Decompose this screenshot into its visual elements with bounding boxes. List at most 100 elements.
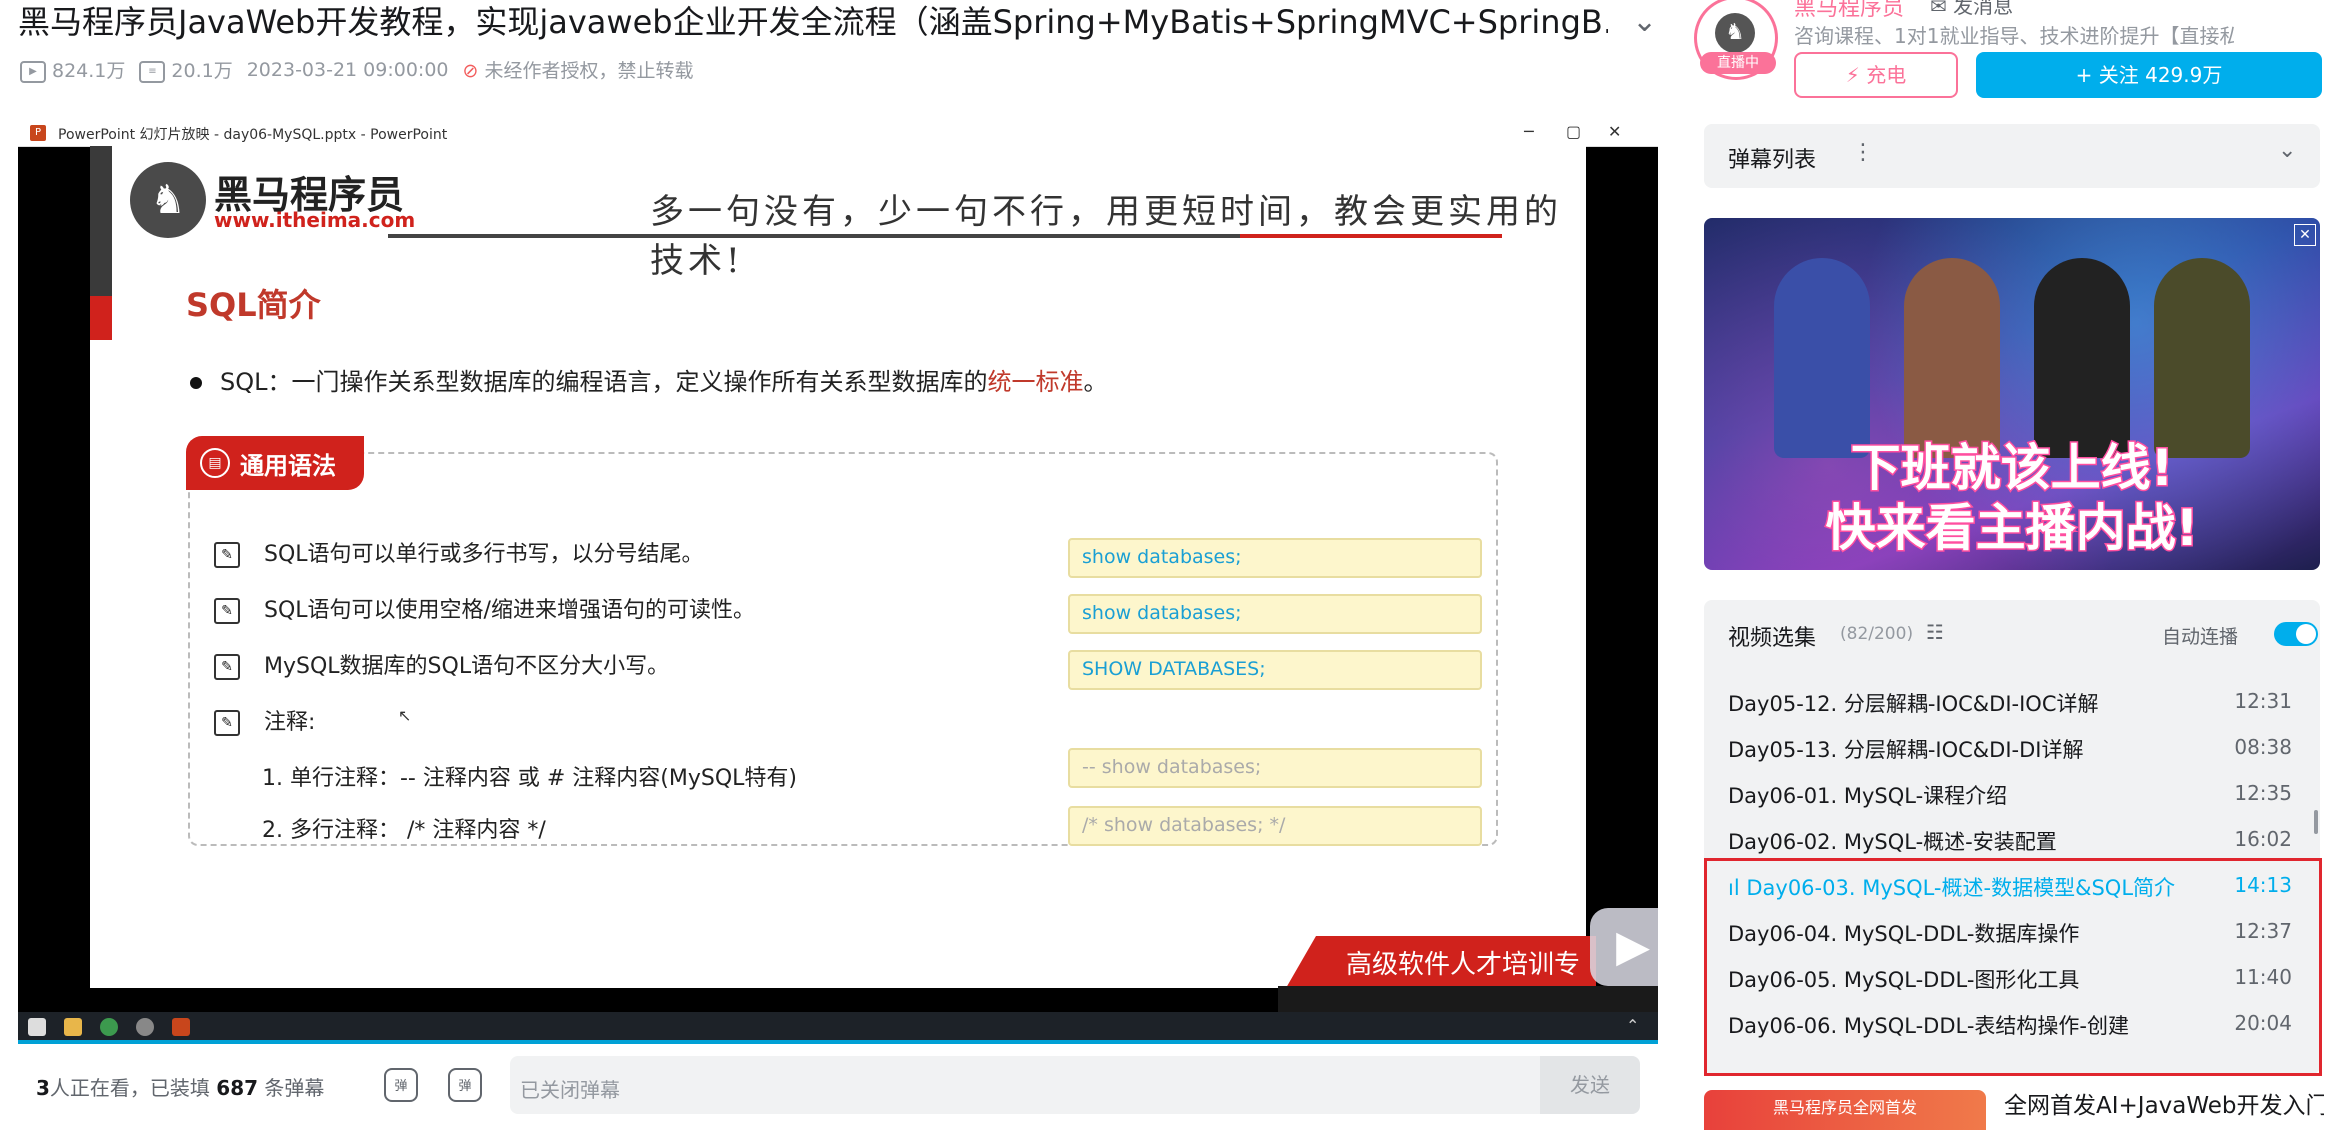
- autoplay-label: 自动连播: [2162, 626, 2239, 648]
- ppt-slideshow-controls: [1278, 986, 1658, 1014]
- video-player[interactable]: P PowerPoint 幻灯片放映 - day06-MySQL.pptx - …: [18, 120, 1658, 1042]
- rule-text: 注释:: [264, 710, 316, 735]
- maximize-icon: ▢: [1566, 122, 1582, 141]
- syntax-tab-label: 通用语法: [240, 451, 336, 480]
- mouse-cursor-icon: ↖: [398, 706, 412, 725]
- send-button[interactable]: 发送: [1540, 1056, 1640, 1114]
- danmaku-settings-icon[interactable]: 弹: [448, 1068, 482, 1102]
- rule-item: ✎ MySQL数据库的SQL语句不区分大小写。: [214, 648, 669, 680]
- slide-left-bar: [90, 146, 112, 296]
- danmaku-list-panel[interactable]: 弹幕列表 ⋮ ⌄: [1704, 124, 2320, 188]
- episode-name: Day05-12. 分层解耦-IOC&DI-IOC详解: [1728, 692, 2099, 716]
- reprint-notice-text: 未经作者授权，禁止转载: [484, 60, 694, 82]
- episode-item[interactable]: Day06-01. MySQL-课程介绍 12:35: [1704, 770, 2320, 816]
- ppt-window-titlebar: P PowerPoint 幻灯片放映 - day06-MySQL.pptx - …: [18, 120, 1658, 147]
- episode-duration: 16:02: [2234, 827, 2292, 851]
- progress-bar[interactable]: [18, 1040, 1658, 1044]
- edit-icon: ✎: [214, 710, 240, 736]
- slide-heading: SQL简介: [186, 286, 321, 324]
- episode-duration: 12:35: [2234, 781, 2292, 805]
- follow-button[interactable]: + 关注 429.9万: [1976, 52, 2322, 98]
- windows-taskbar: ⌃: [18, 1012, 1658, 1042]
- danmaku-toggle-icon[interactable]: 弹: [384, 1068, 418, 1102]
- viewer-text: 人正在看，已装填: [49, 1076, 210, 1100]
- episode-item[interactable]: Day05-13. 分层解耦-IOC&DI-DI详解 08:38: [1704, 724, 2320, 770]
- slide-left-accent: [90, 296, 112, 340]
- code-example: -- show databases;: [1068, 748, 1482, 788]
- syntax-tab: ▤ 通用语法: [186, 436, 364, 490]
- episode-list-scrollbar[interactable]: [2314, 810, 2318, 834]
- bullet-highlight: 统一标准: [987, 368, 1084, 396]
- no-reprint-icon: ⊘: [462, 60, 479, 82]
- comment-item: 1. 单行注释：-- 注释内容 或 # 注释内容(MySQL特有): [262, 766, 797, 791]
- edit-icon: ✎: [214, 598, 240, 624]
- app-icon: [136, 1018, 154, 1036]
- autoplay-toggle[interactable]: [2274, 622, 2318, 646]
- bullet-end: 。: [1083, 368, 1108, 396]
- episode-name: Day05-13. 分层解耦-IOC&DI-DI详解: [1728, 738, 2084, 762]
- danmaku-count: 20.1万: [171, 60, 233, 82]
- uploader-name[interactable]: 黑马程序员: [1794, 0, 1904, 22]
- reprint-notice: ⊘ 未经作者授权，禁止转载: [463, 56, 694, 83]
- danmaku-input[interactable]: 已关闭弹幕: [510, 1056, 1540, 1114]
- recommendation-title[interactable]: 全网首发AI+JavaWeb开发入门: [2004, 1086, 2324, 1120]
- chevron-down-icon[interactable]: ⌄: [2278, 138, 2296, 163]
- charge-button[interactable]: ⚡ 充电: [1794, 52, 1958, 98]
- send-message-link[interactable]: ✉ 发消息: [1930, 0, 2013, 19]
- views-count: 824.1万: [52, 60, 126, 82]
- danmaku-total: 687: [216, 1076, 259, 1100]
- episode-duration: 08:38: [2234, 735, 2292, 759]
- video-meta: ▶ 824.1万 ≡ 20.1万 2023-03-21 09:00:00 ⊘ 未经作…: [20, 56, 694, 83]
- header-divider-accent: [1240, 234, 1502, 238]
- edit-icon: ✎: [214, 542, 240, 568]
- tray-chevron-icon: ⌃: [1626, 1016, 1640, 1035]
- episode-list-title: 视频选集: [1728, 626, 1817, 651]
- viewer-count: 3: [36, 1076, 50, 1100]
- powerpoint-icon: P: [30, 125, 46, 141]
- rule-text: SQL语句可以使用空格/缩进来增强语句的可读性。: [264, 598, 755, 623]
- close-icon: ✕: [1608, 122, 1622, 141]
- rule-item: ✎ SQL语句可以使用空格/缩进来增强语句的可读性。: [214, 592, 755, 624]
- danmaku-suffix: 条弹幕: [264, 1076, 325, 1100]
- list-view-icon[interactable]: ☷: [1926, 620, 1944, 644]
- close-ad-icon[interactable]: ✕: [2294, 224, 2316, 246]
- edit-icon: ✎: [214, 654, 240, 680]
- minimize-icon: ─: [1524, 122, 1534, 141]
- rule-item: ✎ 注释:: [214, 704, 315, 736]
- progress-fill: [18, 1040, 1658, 1044]
- bullet-dot-icon: [190, 377, 202, 389]
- danmaku-list-title: 弹幕列表: [1728, 148, 1817, 173]
- slide-bullet: SQL：一门操作关系型数据库的编程语言，定义操作所有关系型数据库的统一标准。: [190, 362, 1108, 397]
- mail-icon: ✉: [1930, 0, 1954, 18]
- publish-date: 2023-03-21 09:00:00: [246, 58, 449, 81]
- views-stat: ▶ 824.1万: [20, 56, 125, 83]
- live-badge: 直播中: [1700, 52, 1776, 74]
- windows-start-icon: [28, 1018, 46, 1036]
- episode-name: Day06-02. MySQL-概述-安装配置: [1728, 830, 2057, 854]
- annotation-highlight-box: [1704, 858, 2322, 1076]
- powerpoint-taskbar-icon: [172, 1018, 190, 1036]
- code-example: show databases;: [1068, 538, 1482, 578]
- play-icon[interactable]: ▶: [1590, 908, 1658, 986]
- code-example: show databases;: [1068, 594, 1482, 634]
- video-title: 黑马程序员JavaWeb开发教程，实现javaweb企业开发全流程（涵盖Spri…: [18, 3, 1608, 41]
- episode-count: (82/200): [1840, 624, 1914, 644]
- expand-title-chevron-icon[interactable]: ⌄: [1632, 4, 1657, 39]
- avatar-image-icon: ♞: [1715, 13, 1755, 53]
- ppt-window-title: PowerPoint 幻灯片放映 - day06-MySQL.pptx - Po…: [58, 127, 448, 143]
- more-options-icon[interactable]: ⋮: [1852, 140, 1874, 165]
- episode-duration: 12:31: [2234, 689, 2292, 713]
- viewer-stats: 3人正在看，已装填 687 条弹幕: [36, 1072, 324, 1101]
- clipboard-icon: ▤: [200, 448, 230, 478]
- episode-item[interactable]: Day05-12. 分层解耦-IOC&DI-IOC详解 12:31: [1704, 678, 2320, 724]
- ad-headline-2: 快来看主播内战!: [1824, 498, 2200, 559]
- rule-item: ✎ SQL语句可以单行或多行书写，以分号结尾。: [214, 536, 704, 568]
- corner-badge: 高级软件人才培训专家: [1286, 936, 1596, 988]
- chrome-icon: [100, 1018, 118, 1036]
- ad-banner[interactable]: 下班就该上线! 快来看主播内战! ✕: [1704, 218, 2320, 570]
- rule-text: MySQL数据库的SQL语句不区分大小写。: [264, 654, 670, 679]
- recommendation-thumbnail[interactable]: 黑马程序员全网首发: [1704, 1090, 1986, 1130]
- episode-item[interactable]: Day06-02. MySQL-概述-安装配置 16:02: [1704, 816, 2320, 862]
- danmaku-stat: ≡ 20.1万: [139, 56, 233, 83]
- play-count-icon: ▶: [20, 60, 46, 83]
